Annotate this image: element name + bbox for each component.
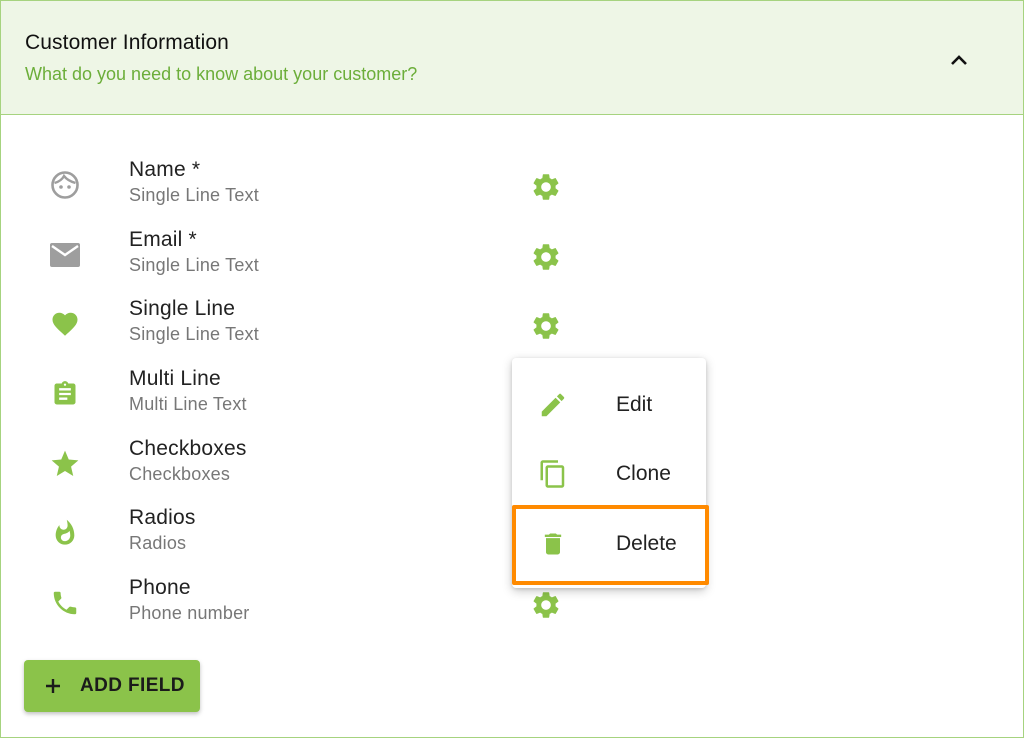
settings-gear-button[interactable] (528, 169, 564, 205)
star-icon (48, 447, 82, 481)
collapse-button[interactable] (941, 45, 977, 75)
panel-title: Customer Information (25, 31, 229, 54)
copy-icon (536, 457, 570, 491)
field-subtitle: Single Line Text (129, 185, 259, 205)
settings-gear-button[interactable] (528, 587, 564, 623)
field-title: Single Line (129, 297, 236, 320)
field-row-radios[interactable]: Radios Radios (0, 498, 1022, 564)
add-field-button[interactable]: ADD FIELD (24, 660, 200, 712)
panel-subtitle: What do you need to know about your cust… (25, 64, 418, 84)
field-row-checkboxes[interactable]: Checkboxes Checkboxes (0, 429, 1022, 495)
field-subtitle: Phone number (129, 603, 250, 623)
menu-item-clone[interactable]: Clone (512, 439, 706, 508)
heart-icon (48, 307, 82, 341)
clipboard-icon (48, 377, 82, 411)
mail-icon (48, 238, 82, 272)
gear-icon (533, 592, 559, 618)
menu-item-delete[interactable]: Delete (512, 509, 706, 578)
field-title: Name * (129, 158, 201, 181)
field-subtitle: Checkboxes (129, 464, 231, 484)
phone-icon (48, 586, 82, 620)
menu-item-label: Delete (616, 532, 677, 555)
menu-item-label: Edit (616, 393, 653, 416)
trash-icon (536, 527, 570, 561)
field-title: Email * (129, 228, 197, 251)
field-title: Phone (129, 576, 191, 599)
menu-item-edit[interactable]: Edit (512, 370, 706, 439)
field-subtitle: Radios (129, 533, 187, 553)
settings-gear-button[interactable] (528, 308, 564, 344)
flame-icon (48, 516, 82, 550)
settings-gear-button[interactable] (528, 239, 564, 275)
field-row-phone[interactable]: Phone Phone number (0, 568, 1022, 634)
gear-icon (533, 313, 559, 339)
add-field-label: ADD FIELD (80, 675, 185, 696)
gear-icon (533, 244, 559, 270)
field-subtitle: Multi Line Text (129, 394, 247, 414)
chevron-up-icon (951, 55, 967, 65)
pencil-icon (536, 388, 570, 422)
field-title: Radios (129, 506, 196, 529)
plus-icon (44, 677, 62, 695)
field-row-name[interactable]: Name * Single Line Text (0, 150, 1022, 216)
field-context-menu: Edit Clone Delete (512, 358, 706, 588)
menu-item-label: Clone (616, 462, 671, 485)
face-icon (48, 168, 82, 202)
field-subtitle: Single Line Text (129, 324, 259, 344)
field-row-multi-line[interactable]: Multi Line Multi Line Text (0, 359, 1022, 425)
field-subtitle: Single Line Text (129, 255, 259, 275)
field-row-email[interactable]: Email * Single Line Text (0, 220, 1022, 286)
field-title: Checkboxes (129, 437, 247, 460)
field-title: Multi Line (129, 367, 221, 390)
panel-header[interactable]: Customer Information What do you need to… (1, 1, 1023, 115)
field-row-single-line[interactable]: Single Line Single Line Text (0, 289, 1022, 355)
gear-icon (533, 174, 559, 200)
